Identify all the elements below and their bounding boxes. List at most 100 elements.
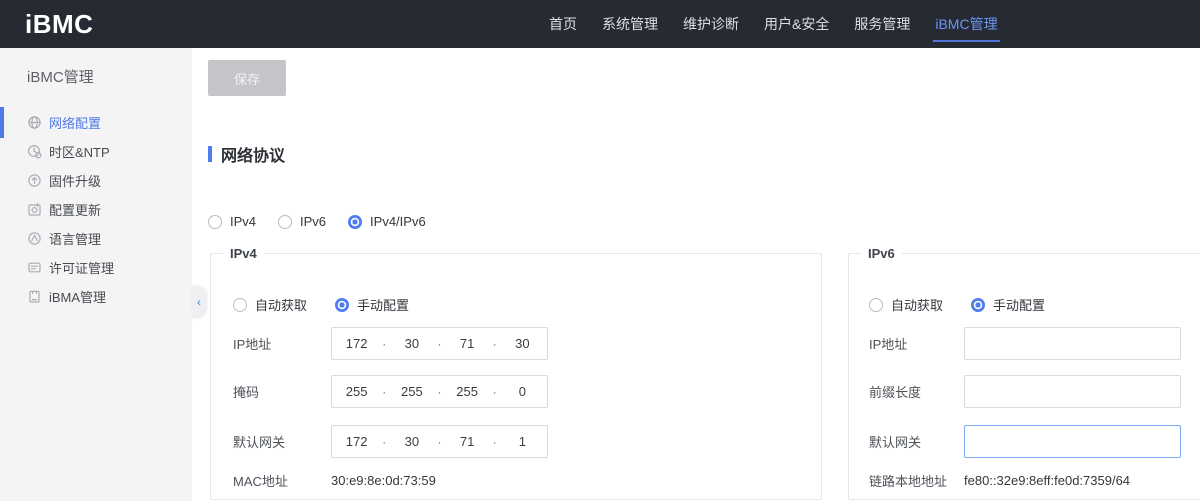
ipv6-prefix-label: 前缀长度 bbox=[869, 382, 964, 401]
nav-item-home[interactable]: 首页 bbox=[543, 0, 583, 48]
ipv4-mask-label: 掩码 bbox=[233, 382, 331, 401]
ipv4-radio-manual[interactable]: 手动配置 bbox=[335, 295, 409, 314]
radio-ipv4-ipv6[interactable]: IPv4/IPv6 bbox=[348, 214, 426, 229]
ipv4-ip-octet-1[interactable]: 172 bbox=[332, 336, 381, 351]
ipv6-gateway-row: 默认网关 bbox=[869, 425, 1199, 458]
ipv6-radio-manual-circle[interactable] bbox=[971, 298, 985, 312]
ipv6-radio-manual[interactable]: 手动配置 bbox=[971, 295, 1045, 314]
sidebar-item-label: 许可证管理 bbox=[49, 258, 114, 277]
upload-circle-icon bbox=[27, 173, 42, 188]
ipv4-ip-octet-4[interactable]: 30 bbox=[498, 336, 547, 351]
ipv4-radio-manual-circle[interactable] bbox=[335, 298, 349, 312]
radio-ipv6-circle[interactable] bbox=[278, 215, 292, 229]
ipv4-ip-octet-2[interactable]: 30 bbox=[387, 336, 436, 351]
clock-icon bbox=[27, 144, 42, 159]
ibma-box-icon bbox=[27, 289, 42, 304]
radio-ipv4[interactable]: IPv4 bbox=[208, 214, 256, 229]
sidebar-item-label: 时区&NTP bbox=[49, 142, 110, 161]
nav-item-maintenance[interactable]: 维护诊断 bbox=[677, 0, 745, 48]
sidebar-item-label: 固件升级 bbox=[49, 171, 101, 190]
sidebar-item-label: 配置更新 bbox=[49, 200, 101, 219]
ipv4-panel-legend: IPv4 bbox=[223, 246, 264, 261]
section-title: 网络协议 bbox=[221, 142, 285, 166]
ipv6-prefix-row: 前缀长度 bbox=[869, 375, 1199, 408]
ipv4-mode-radio-group: 自动获取 手动配置 bbox=[233, 295, 409, 314]
sidebar-item-network-config[interactable]: 网络配置 bbox=[0, 108, 192, 137]
ipv6-prefix-input[interactable] bbox=[964, 375, 1181, 408]
ipv4-radio-auto-label: 自动获取 bbox=[255, 295, 307, 314]
ipv4-ip-input[interactable]: 172 · 30 · 71 · 30 bbox=[331, 327, 548, 360]
radio-ipv4-label: IPv4 bbox=[230, 214, 256, 229]
ipv6-link-local-label: 链路本地地址 bbox=[869, 471, 964, 490]
top-bar: iBMC 首页 系统管理 维护诊断 用户&安全 服务管理 iBMC管理 bbox=[0, 0, 1200, 48]
sidebar-item-firmware-upgrade[interactable]: 固件升级 bbox=[0, 166, 192, 195]
ipv4-mask-octet-4[interactable]: 0 bbox=[498, 384, 547, 399]
license-icon bbox=[27, 260, 42, 275]
ibmc-logo: iBMC bbox=[25, 9, 93, 40]
ipv4-ip-octet-3[interactable]: 71 bbox=[443, 336, 492, 351]
ipv4-gateway-octet-4[interactable]: 1 bbox=[498, 434, 547, 449]
ipv4-radio-auto-circle[interactable] bbox=[233, 298, 247, 312]
ipv6-ip-label: IP地址 bbox=[869, 334, 964, 353]
section-accent-bar bbox=[208, 146, 212, 162]
ipv4-gateway-octet-2[interactable]: 30 bbox=[387, 434, 436, 449]
sidebar: iBMC管理 网络配置 时区&NTP 固件升级 配置更新 bbox=[0, 48, 192, 501]
radio-ipv4-circle[interactable] bbox=[208, 215, 222, 229]
ipv4-mac-value: 30:e9:8e:0d:73:59 bbox=[331, 473, 436, 488]
ipv4-mask-octet-3[interactable]: 255 bbox=[443, 384, 492, 399]
ipv6-gateway-input[interactable] bbox=[964, 425, 1181, 458]
sidebar-item-timezone-ntp[interactable]: 时区&NTP bbox=[0, 137, 192, 166]
sidebar-menu: 网络配置 时区&NTP 固件升级 配置更新 语言管理 bbox=[0, 108, 192, 311]
globe-icon bbox=[27, 115, 42, 130]
ipv4-gateway-input[interactable]: 172 · 30 · 71 · 1 bbox=[331, 425, 548, 458]
ipv6-panel: IPv6 自动获取 手动配置 IP地址 前缀长度 默认网关 链路本地地址 fe8… bbox=[848, 246, 1200, 500]
chevron-left-icon: ‹ bbox=[197, 295, 201, 309]
config-refresh-icon bbox=[27, 202, 42, 217]
ipv6-mode-radio-group: 自动获取 手动配置 bbox=[869, 295, 1045, 314]
ipv4-mask-input[interactable]: 255 · 255 · 255 · 0 bbox=[331, 375, 548, 408]
ipv4-mask-row: 掩码 255 · 255 · 255 · 0 bbox=[233, 375, 801, 408]
ipv6-link-local-row: 链路本地地址 fe80::32e9:8eff:fe0d:7359/64 bbox=[869, 471, 1199, 490]
radio-ipv6[interactable]: IPv6 bbox=[278, 214, 326, 229]
radio-ipv4-ipv6-label: IPv4/IPv6 bbox=[370, 214, 426, 229]
nav-item-user-security[interactable]: 用户&安全 bbox=[758, 0, 835, 48]
protocol-radio-group: IPv4 IPv6 IPv4/IPv6 bbox=[208, 214, 426, 229]
radio-ipv4-ipv6-circle[interactable] bbox=[348, 215, 362, 229]
ipv4-gateway-octet-3[interactable]: 71 bbox=[443, 434, 492, 449]
ipv4-mac-label: MAC地址 bbox=[233, 471, 331, 490]
sidebar-item-language[interactable]: 语言管理 bbox=[0, 224, 192, 253]
ipv6-radio-auto[interactable]: 自动获取 bbox=[869, 295, 943, 314]
sidebar-item-label: iBMA管理 bbox=[49, 287, 106, 306]
ipv6-ip-row: IP地址 bbox=[869, 327, 1199, 360]
ipv6-ip-input[interactable] bbox=[964, 327, 1181, 360]
ipv4-mac-row: MAC地址 30:e9:8e:0d:73:59 bbox=[233, 471, 801, 490]
ipv6-gateway-label: 默认网关 bbox=[869, 432, 964, 451]
top-navigation: 首页 系统管理 维护诊断 用户&安全 服务管理 iBMC管理 bbox=[543, 0, 1004, 48]
ipv6-radio-auto-label: 自动获取 bbox=[891, 295, 943, 314]
ipv4-ip-label: IP地址 bbox=[233, 334, 331, 353]
ipv6-radio-auto-circle[interactable] bbox=[869, 298, 883, 312]
sidebar-item-config-update[interactable]: 配置更新 bbox=[0, 195, 192, 224]
sidebar-collapse-toggle[interactable]: ‹ bbox=[192, 286, 206, 318]
ipv6-link-local-value: fe80::32e9:8eff:fe0d:7359/64 bbox=[964, 473, 1130, 488]
nav-item-system[interactable]: 系统管理 bbox=[596, 0, 664, 48]
ipv4-radio-auto[interactable]: 自动获取 bbox=[233, 295, 307, 314]
ipv4-ip-row: IP地址 172 · 30 · 71 · 30 bbox=[233, 327, 801, 360]
sidebar-title: iBMC管理 bbox=[27, 66, 94, 87]
ipv4-radio-manual-label: 手动配置 bbox=[357, 295, 409, 314]
sidebar-item-ibma[interactable]: iBMA管理 bbox=[0, 282, 192, 311]
ipv4-mask-octet-2[interactable]: 255 bbox=[387, 384, 436, 399]
ipv4-mask-octet-1[interactable]: 255 bbox=[332, 384, 381, 399]
ipv4-gateway-label: 默认网关 bbox=[233, 432, 331, 451]
sidebar-item-license[interactable]: 许可证管理 bbox=[0, 253, 192, 282]
nav-item-service[interactable]: 服务管理 bbox=[848, 0, 916, 48]
ipv6-panel-legend: IPv6 bbox=[861, 246, 902, 261]
ipv4-gateway-octet-1[interactable]: 172 bbox=[332, 434, 381, 449]
sidebar-item-label: 网络配置 bbox=[49, 113, 101, 132]
radio-ipv6-label: IPv6 bbox=[300, 214, 326, 229]
ipv4-panel: IPv4 自动获取 手动配置 IP地址 172 · 30 · 71 · 30 掩… bbox=[210, 246, 822, 500]
ipv4-gateway-row: 默认网关 172 · 30 · 71 · 1 bbox=[233, 425, 801, 458]
save-button[interactable]: 保存 bbox=[208, 60, 286, 96]
nav-item-ibmc[interactable]: iBMC管理 bbox=[929, 0, 1003, 48]
language-icon bbox=[27, 231, 42, 246]
